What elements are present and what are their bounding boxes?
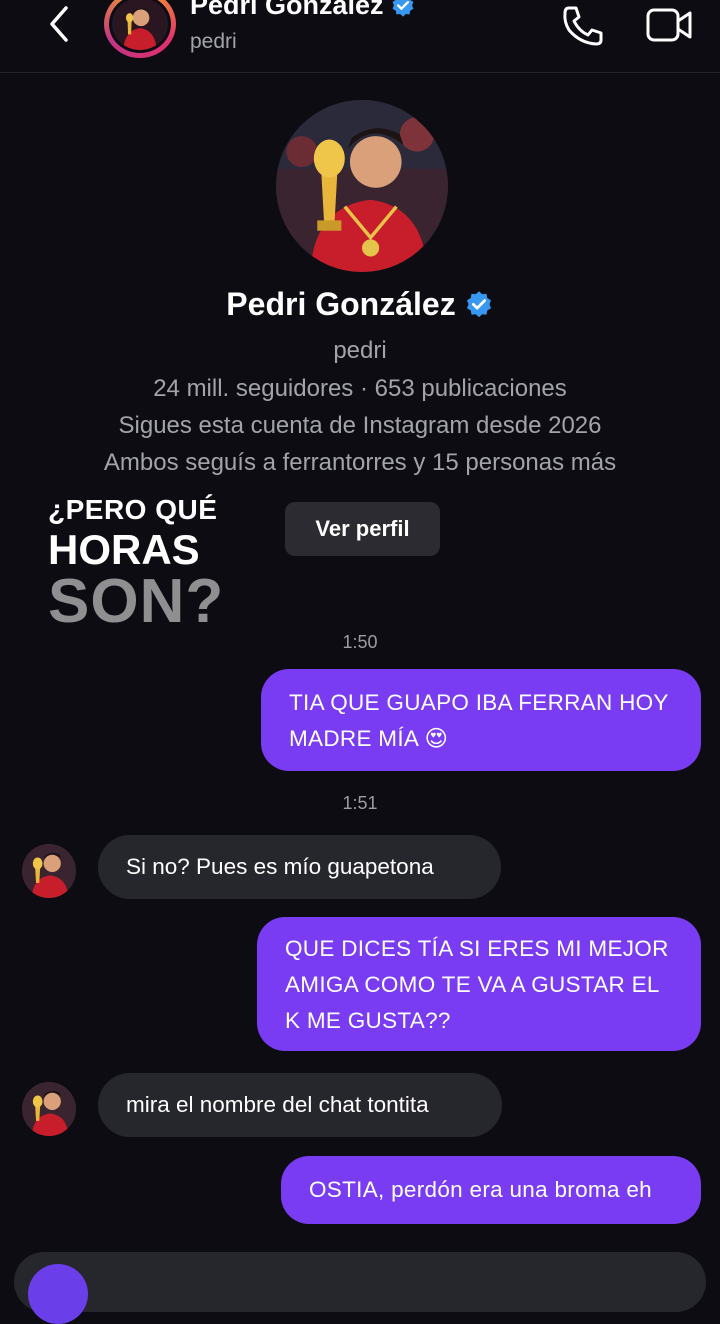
timestamp: 1:50 [342, 632, 378, 652]
back-arrow-icon[interactable] [40, 4, 80, 44]
message-text: Si no? Pues es mío guapetona [126, 854, 434, 879]
video-camera-icon[interactable] [645, 4, 695, 46]
view-profile-button[interactable]: Ver perfil [285, 502, 440, 556]
profile-stats: 24 mill. seguidores · 653 publicaciones [153, 375, 567, 402]
header-display-name[interactable]: Pedri González [190, 0, 416, 21]
message-outgoing[interactable]: TIA QUE GUAPO IBA FERRAN HOY MADRE MÍA 😍 [261, 669, 701, 771]
profile-username: pedri [333, 337, 387, 364]
profile-avatar[interactable] [276, 100, 448, 272]
message-incoming[interactable]: mira el nombre del chat tontita [98, 1073, 502, 1137]
sender-avatar[interactable] [22, 844, 76, 898]
profile-name: Pedri González [0, 286, 720, 323]
watermark-line-3: SON? [48, 567, 225, 636]
camera-icon[interactable] [28, 1264, 88, 1324]
header-name-text: Pedri González [190, 0, 384, 20]
message-text: OSTIA, perdón era una broma eh [309, 1177, 652, 1202]
phone-icon[interactable] [560, 4, 606, 46]
chat-header: Pedri González pedri [0, 0, 720, 73]
sender-avatar[interactable] [22, 1082, 76, 1136]
message-line: K ME GUSTA?? [285, 1008, 451, 1033]
mutual-followers-text: Ambos seguís a ferrantorres y 15 persona… [103, 449, 617, 476]
message-incoming[interactable]: Si no? Pues es mío guapetona [98, 835, 501, 899]
watermark-line-1: ¿PERO QUÉ [48, 494, 218, 525]
timestamp: 1:51 [342, 793, 378, 813]
message-text: mira el nombre del chat tontita [126, 1092, 429, 1117]
message-outgoing[interactable]: QUE DICES TÍA SI ERES MI MEJOR AMIGA COM… [257, 917, 701, 1051]
message-line: AMIGA COMO TE VA A GUSTAR EL [285, 972, 660, 997]
follow-since-text: Sigues esta cuenta de Instagram desde 20… [118, 412, 602, 439]
verified-badge-icon [464, 290, 494, 320]
message-line: MADRE MÍA 😍 [289, 726, 449, 751]
verified-badge-icon [390, 0, 416, 19]
header-avatar[interactable] [104, 0, 176, 58]
message-outgoing[interactable]: OSTIA, perdón era una broma eh [281, 1156, 701, 1224]
profile-name-text: Pedri González [226, 286, 456, 322]
header-username: pedri [190, 30, 237, 53]
message-line: QUE DICES TÍA SI ERES MI MEJOR [285, 936, 669, 961]
message-line: TIA QUE GUAPO IBA FERRAN HOY [289, 690, 669, 715]
message-composer[interactable] [14, 1252, 706, 1324]
